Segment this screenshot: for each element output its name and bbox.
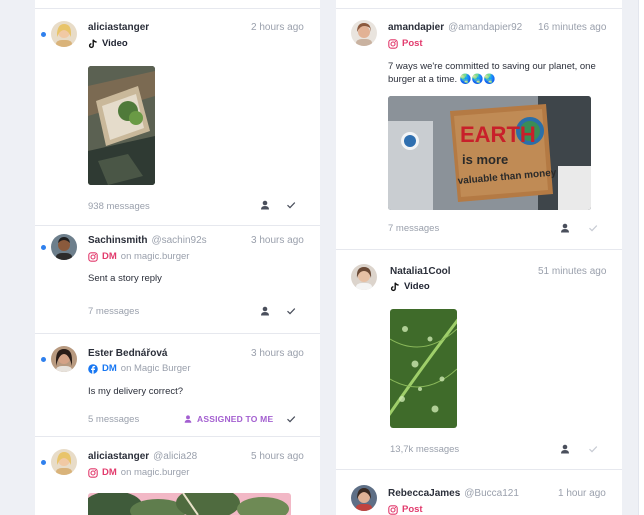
video-thumbnail[interactable] <box>88 66 155 185</box>
right-feed-column: amandapier @amandapier92 16 minutes ago P… <box>336 0 622 515</box>
message-count: 5 messages <box>88 414 140 425</box>
channel-type: DM <box>102 363 117 374</box>
page-source: on magic.burger <box>120 251 190 262</box>
avatar <box>51 346 77 372</box>
tiktok-icon <box>88 39 98 49</box>
conversation-card[interactable]: Ester Bednářová 3 hours ago DM on Magic … <box>35 335 320 437</box>
channel-type: Post <box>402 38 423 49</box>
post-caption: 7 ways we're committed to saving our pla… <box>388 61 596 85</box>
channel-type: Video <box>102 38 128 49</box>
username[interactable]: amandapier @amandapier92 <box>388 22 522 33</box>
channel-type: Video <box>404 281 430 292</box>
channel-type: DM <box>102 467 117 478</box>
check-icon[interactable] <box>587 443 599 455</box>
username[interactable]: aliciastanger <box>88 22 149 33</box>
assign-person-icon[interactable] <box>259 305 271 317</box>
unread-dot <box>41 460 46 465</box>
image-thumbnail[interactable] <box>88 493 291 515</box>
avatar <box>51 449 77 475</box>
conversation-card[interactable]: amandapier @amandapier92 16 minutes ago P… <box>336 8 622 250</box>
username[interactable]: Ester Bednářová <box>88 348 167 359</box>
avatar <box>351 20 377 46</box>
unread-dot <box>41 357 46 362</box>
message-count: 13,7k messages <box>390 444 460 455</box>
tiktok-icon <box>390 282 400 292</box>
message-count: 938 messages <box>88 201 150 212</box>
facebook-icon <box>88 363 98 374</box>
assign-person-icon[interactable] <box>559 443 571 455</box>
instagram-icon <box>88 251 98 262</box>
check-icon[interactable] <box>285 305 297 317</box>
avatar <box>351 485 377 511</box>
page-source: on magic.burger <box>120 467 190 478</box>
unread-dot <box>41 32 46 37</box>
timestamp: 5 hours ago <box>251 451 304 462</box>
page-source: on Magic Burger <box>120 363 191 374</box>
user-handle: @sachin92s <box>151 235 207 246</box>
avatar <box>51 234 77 260</box>
timestamp: 3 hours ago <box>251 348 304 359</box>
check-icon[interactable] <box>285 199 297 211</box>
user-handle: @amandapier92 <box>448 22 523 33</box>
sign-line-2: is more <box>462 152 508 167</box>
channel-type: DM <box>102 251 117 262</box>
left-feed-column: aliciastanger 2 hours ago Video 938 mess… <box>35 0 320 515</box>
check-icon[interactable] <box>285 413 297 425</box>
unread-dot <box>41 245 46 250</box>
assign-person-icon[interactable] <box>559 222 571 234</box>
channel-line: Post <box>388 38 423 49</box>
assign-person-icon[interactable] <box>259 199 271 211</box>
instagram-icon <box>388 38 398 49</box>
channel-line: DM on Magic Burger <box>88 363 190 374</box>
channel-line: Video <box>88 38 128 49</box>
timestamp: 1 hour ago <box>558 488 606 499</box>
channel-line: DM on magic.burger <box>88 467 189 478</box>
user-handle: @alicia28 <box>153 451 198 462</box>
timestamp: 2 hours ago <box>251 22 304 33</box>
check-icon[interactable] <box>587 222 599 234</box>
instagram-icon <box>88 467 98 478</box>
avatar <box>51 21 77 47</box>
username[interactable]: Sachinsmith @sachin92s <box>88 235 207 246</box>
message-count: 7 messages <box>88 306 140 317</box>
channel-line: Post <box>388 504 423 515</box>
username[interactable]: aliciastanger @alicia28 <box>88 451 197 462</box>
timestamp: 16 minutes ago <box>538 22 607 33</box>
conversation-card[interactable]: RebeccaJames @Bucca121 1 hour ago Post <box>336 471 622 515</box>
channel-type: Post <box>402 504 423 515</box>
user-handle: @Bucca121 <box>464 488 519 499</box>
timestamp: 3 hours ago <box>251 235 304 246</box>
conversation-card[interactable]: aliciastanger 2 hours ago Video 938 mess… <box>35 8 320 226</box>
message-preview: Is my delivery correct? <box>88 386 184 397</box>
conversation-card[interactable]: Sachinsmith @sachin92s 3 hours ago DM on … <box>35 226 320 334</box>
assigned-to-me-button[interactable]: ASSIGNED TO ME <box>183 414 273 424</box>
sign-line-1: EARTH <box>460 122 536 147</box>
conversation-card[interactable]: aliciastanger @alicia28 5 hours ago DM on… <box>35 438 320 515</box>
instagram-icon <box>388 504 398 515</box>
channel-line: Video <box>390 281 430 292</box>
post-image[interactable]: EARTH is more valuable than money <box>388 96 591 210</box>
person-icon <box>183 414 193 424</box>
message-count: 7 messages <box>388 223 440 234</box>
avatar <box>351 264 377 290</box>
username[interactable]: RebeccaJames @Bucca121 <box>388 488 519 499</box>
channel-line: DM on magic.burger <box>88 251 189 262</box>
message-preview: Sent a story reply <box>88 273 162 284</box>
conversation-card[interactable]: Natalia1Cool 51 minutes ago Video 13,7k … <box>336 251 622 470</box>
assigned-label: ASSIGNED TO ME <box>197 414 274 424</box>
username[interactable]: Natalia1Cool <box>390 266 451 277</box>
timestamp: 51 minutes ago <box>538 266 607 277</box>
next-column-edge <box>638 0 644 515</box>
video-thumbnail[interactable] <box>390 309 457 428</box>
